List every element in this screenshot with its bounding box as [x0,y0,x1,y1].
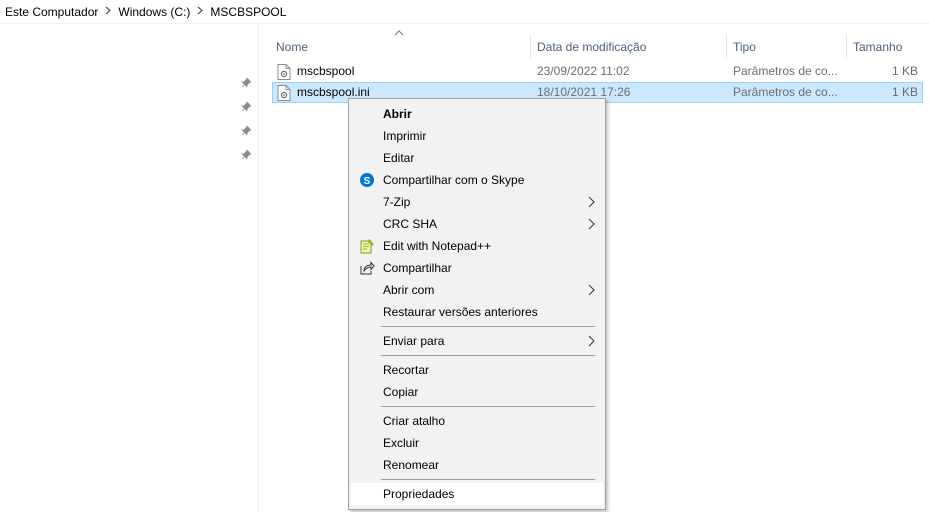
menu-item-delete[interactable]: Excluir [351,432,603,454]
menu-item-label: Compartilhar [383,261,452,275]
menu-item-label: Abrir [383,107,412,121]
column-header-row: Nome Data de modificação Tipo Tamanho [270,24,925,62]
chevron-right-icon[interactable] [190,6,210,18]
menu-item-7zip[interactable]: 7-Zip [351,191,603,213]
menu-separator [381,355,595,356]
file-row[interactable]: mscbspool 23/09/2022 11:02 Parâmetros de… [272,61,923,82]
menu-item-open[interactable]: Abrir [351,103,603,125]
menu-item-skype-share[interactable]: S Compartilhar com o Skype [351,169,603,191]
menu-item-send-to[interactable]: Enviar para [351,330,603,352]
file-size: 1 KB [891,85,918,99]
breadcrumb-this-pc[interactable]: Este Computador [5,5,98,19]
file-name: mscbspool [297,64,355,78]
chevron-right-icon[interactable] [98,6,118,18]
menu-item-label: Propriedades [383,487,455,501]
submenu-arrow-icon [587,335,595,347]
menu-separator [381,326,595,327]
file-date-modified: 23/09/2022 11:02 [537,64,630,78]
svg-text:S: S [364,176,371,187]
column-type[interactable]: Tipo [726,35,846,59]
skype-icon: S [359,172,375,188]
menu-separator [381,406,595,407]
menu-item-properties[interactable]: Propriedades [351,483,603,505]
submenu-arrow-icon [587,218,595,230]
breadcrumb: Este Computador Windows (C:) MSCBSPOOL [0,0,929,24]
menu-item-label: Recortar [383,363,430,377]
menu-item-label: CRC SHA [383,217,438,231]
menu-item-label: Restaurar versões anteriores [383,305,538,319]
navigation-pane [0,24,259,512]
column-size[interactable]: Tamanho [846,35,925,59]
column-date-modified[interactable]: Data de modificação [530,35,726,59]
menu-item-label: Imprimir [383,129,427,143]
file-type: Parâmetros de co... [733,64,838,78]
sort-up-icon [394,26,404,36]
column-name[interactable]: Nome [270,35,530,59]
file-type: Parâmetros de co... [733,85,838,99]
menu-item-print[interactable]: Imprimir [351,125,603,147]
pin-icon[interactable] [240,77,252,89]
menu-item-label: Criar atalho [383,414,446,428]
menu-item-create-shortcut[interactable]: Criar atalho [351,410,603,432]
breadcrumb-mscbspool[interactable]: MSCBSPOOL [210,5,286,19]
submenu-arrow-icon [587,196,595,208]
ini-file-icon [277,64,291,80]
context-menu: Abrir Imprimir Editar S Compartilhar com… [348,98,606,510]
menu-item-label: Excluir [383,436,420,450]
menu-separator [381,479,595,480]
menu-item-label: Copiar [383,385,419,399]
submenu-arrow-icon [587,284,595,296]
menu-item-label: Renomear [383,458,440,472]
menu-item-label: Abrir com [383,283,435,297]
menu-item-label: Compartilhar com o Skype [383,173,525,187]
menu-item-restore-versions[interactable]: Restaurar versões anteriores [351,301,603,323]
ini-file-icon [277,85,291,101]
menu-item-label: Enviar para [383,334,445,348]
file-size: 1 KB [891,64,918,78]
menu-item-cut[interactable]: Recortar [351,359,603,381]
menu-item-label: Edit with Notepad++ [383,239,492,253]
menu-item-edit[interactable]: Editar [351,147,603,169]
menu-item-copy[interactable]: Copiar [351,381,603,403]
breadcrumb-windows-c[interactable]: Windows (C:) [118,5,190,19]
menu-item-notepadpp[interactable]: Edit with Notepad++ [351,235,603,257]
pin-icon[interactable] [240,125,252,137]
menu-item-crc-sha[interactable]: CRC SHA [351,213,603,235]
pin-icon[interactable] [240,101,252,113]
pin-icon[interactable] [240,149,252,161]
menu-item-rename[interactable]: Renomear [351,454,603,476]
menu-item-share[interactable]: Compartilhar [351,257,603,279]
menu-item-label: 7-Zip [383,195,411,209]
menu-item-open-with[interactable]: Abrir com [351,279,603,301]
menu-item-label: Editar [383,151,415,165]
notepadpp-icon [359,238,375,254]
share-icon [359,260,375,276]
